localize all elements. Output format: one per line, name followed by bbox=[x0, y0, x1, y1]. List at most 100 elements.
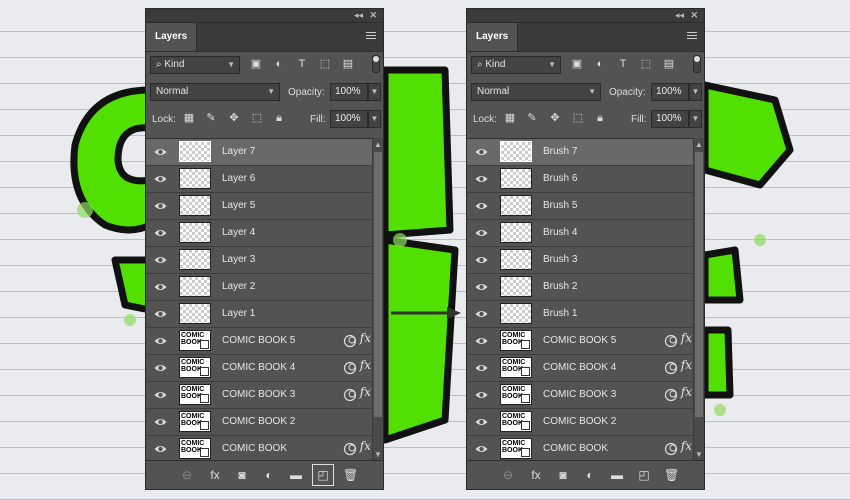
visibility-eye-icon[interactable] bbox=[475, 444, 488, 454]
add-mask-icon[interactable]: ◙ bbox=[235, 468, 249, 482]
fx-label[interactable]: fx bbox=[360, 358, 371, 372]
close-icon[interactable]: ✕ bbox=[690, 9, 698, 22]
filter-image-icon[interactable]: ▣ bbox=[249, 57, 263, 71]
blend-mode-select[interactable]: Normal ▼ bbox=[150, 83, 280, 101]
visibility-eye-icon[interactable] bbox=[154, 309, 167, 319]
lock-all-icon[interactable]: 🔒︎ bbox=[594, 112, 606, 124]
lock-transparency-icon[interactable]: ▦ bbox=[183, 112, 195, 124]
new-layer-icon[interactable]: ◰ bbox=[637, 468, 651, 482]
visibility-eye-icon[interactable] bbox=[475, 174, 488, 184]
fx-label[interactable]: fx bbox=[360, 439, 371, 453]
visibility-eye-icon[interactable] bbox=[475, 147, 488, 157]
scrollbar[interactable]: ▲ ▼ bbox=[693, 138, 704, 461]
layer-row[interactable]: COMICBOOKCOMIC BOOK 3fx⌄ bbox=[467, 382, 704, 409]
layer-row[interactable]: Brush 5 bbox=[467, 193, 704, 220]
layer-row[interactable]: COMICBOOKCOMIC BOOKfx⌄ bbox=[467, 436, 704, 462]
effects-icon[interactable] bbox=[664, 442, 680, 456]
visibility-eye-icon[interactable] bbox=[475, 336, 488, 346]
new-adjustment-icon[interactable]: ◐ bbox=[583, 468, 597, 482]
visibility-eye-icon[interactable] bbox=[154, 201, 167, 211]
lock-position-icon[interactable]: ✥ bbox=[549, 112, 561, 124]
filter-type-icon[interactable]: T bbox=[295, 57, 309, 71]
visibility-eye-icon[interactable] bbox=[475, 363, 488, 373]
filter-kind-select[interactable]: ⌕ Kind ▼ bbox=[471, 56, 561, 74]
add-style-icon[interactable]: fx bbox=[529, 468, 543, 482]
visibility-eye-icon[interactable] bbox=[154, 363, 167, 373]
effects-icon[interactable] bbox=[664, 361, 680, 375]
visibility-eye-icon[interactable] bbox=[154, 444, 167, 454]
layer-row[interactable]: COMICBOOKCOMIC BOOK 3fx⌄ bbox=[146, 382, 383, 409]
layer-row[interactable]: Brush 6 bbox=[467, 166, 704, 193]
layer-row[interactable]: Brush 3 bbox=[467, 247, 704, 274]
fill-input[interactable]: 100% bbox=[330, 110, 368, 128]
scroll-up-icon[interactable]: ▲ bbox=[374, 140, 382, 149]
visibility-eye-icon[interactable] bbox=[475, 228, 488, 238]
visibility-eye-icon[interactable] bbox=[154, 255, 167, 265]
filter-type-icon[interactable]: T bbox=[616, 57, 630, 71]
panel-menu-icon[interactable] bbox=[687, 32, 697, 41]
close-icon[interactable]: ✕ bbox=[369, 9, 377, 22]
collapse-icon[interactable]: ◂◂ bbox=[675, 9, 684, 22]
visibility-eye-icon[interactable] bbox=[154, 417, 167, 427]
fill-input[interactable]: 100% bbox=[651, 110, 689, 128]
layer-row[interactable]: COMICBOOKCOMIC BOOK 5fx⌄ bbox=[146, 328, 383, 355]
filter-toggle[interactable] bbox=[372, 55, 380, 73]
tab-layers[interactable]: Layers bbox=[146, 23, 198, 51]
scrollbar-thumb[interactable] bbox=[695, 152, 703, 417]
effects-icon[interactable] bbox=[343, 388, 359, 402]
delete-icon[interactable]: 🗑︎ bbox=[664, 468, 679, 482]
visibility-eye-icon[interactable] bbox=[154, 390, 167, 400]
fx-label[interactable]: fx bbox=[681, 331, 692, 345]
fx-label[interactable]: fx bbox=[681, 439, 692, 453]
layer-row[interactable]: Layer 3 bbox=[146, 247, 383, 274]
visibility-eye-icon[interactable] bbox=[154, 147, 167, 157]
scroll-down-icon[interactable]: ▼ bbox=[374, 450, 382, 459]
collapse-icon[interactable]: ◂◂ bbox=[354, 9, 363, 22]
filter-shape-icon[interactable]: ⬚ bbox=[639, 57, 653, 71]
lock-all-icon[interactable]: 🔒︎ bbox=[273, 112, 285, 124]
opacity-dropdown[interactable]: ▼ bbox=[368, 83, 381, 101]
lock-paint-icon[interactable]: ✎ bbox=[526, 112, 538, 124]
visibility-eye-icon[interactable] bbox=[475, 390, 488, 400]
scrollbar[interactable]: ▲ ▼ bbox=[372, 138, 383, 461]
blend-mode-select[interactable]: Normal ▼ bbox=[471, 83, 601, 101]
effects-icon[interactable] bbox=[343, 334, 359, 348]
link-layers-icon[interactable]: ⊖ bbox=[501, 468, 515, 482]
layer-row[interactable]: Layer 7 bbox=[146, 139, 383, 166]
link-layers-icon[interactable]: ⊖ bbox=[180, 468, 194, 482]
visibility-eye-icon[interactable] bbox=[475, 201, 488, 211]
opacity-input[interactable]: 100% bbox=[651, 83, 689, 101]
visibility-eye-icon[interactable] bbox=[475, 309, 488, 319]
fill-dropdown[interactable]: ▼ bbox=[689, 110, 702, 128]
scroll-up-icon[interactable]: ▲ bbox=[695, 140, 703, 149]
fx-label[interactable]: fx bbox=[681, 385, 692, 399]
lock-transparency-icon[interactable]: ▦ bbox=[504, 112, 516, 124]
new-layer-icon[interactable]: ◰ bbox=[312, 464, 334, 486]
scrollbar-thumb[interactable] bbox=[374, 152, 382, 417]
visibility-eye-icon[interactable] bbox=[154, 174, 167, 184]
new-group-icon[interactable]: ▬ bbox=[289, 468, 303, 482]
lock-artboard-icon[interactable]: ⬚ bbox=[572, 112, 584, 124]
layer-row[interactable]: Brush 2 bbox=[467, 274, 704, 301]
layer-row[interactable]: Layer 1 bbox=[146, 301, 383, 328]
opacity-input[interactable]: 100% bbox=[330, 83, 368, 101]
lock-artboard-icon[interactable]: ⬚ bbox=[251, 112, 263, 124]
visibility-eye-icon[interactable] bbox=[475, 255, 488, 265]
opacity-dropdown[interactable]: ▼ bbox=[689, 83, 702, 101]
layer-row[interactable]: COMIC BOOK COMIC BOOK 2 bbox=[467, 409, 704, 436]
visibility-eye-icon[interactable] bbox=[154, 228, 167, 238]
layer-row[interactable]: Brush 7 bbox=[467, 139, 704, 166]
filter-adjustment-icon[interactable]: ◐ bbox=[593, 57, 607, 71]
layer-row[interactable]: Brush 1 bbox=[467, 301, 704, 328]
filter-smartobject-icon[interactable]: ▤ bbox=[662, 57, 676, 71]
filter-smartobject-icon[interactable]: ▤ bbox=[341, 57, 355, 71]
add-style-icon[interactable]: fx bbox=[208, 468, 222, 482]
new-adjustment-icon[interactable]: ◐ bbox=[262, 468, 276, 482]
visibility-eye-icon[interactable] bbox=[154, 282, 167, 292]
fill-dropdown[interactable]: ▼ bbox=[368, 110, 381, 128]
lock-paint-icon[interactable]: ✎ bbox=[205, 112, 217, 124]
fx-label[interactable]: fx bbox=[360, 331, 371, 345]
layer-row[interactable]: COMICBOOKCOMIC BOOKfx⌄ bbox=[146, 436, 383, 462]
visibility-eye-icon[interactable] bbox=[475, 282, 488, 292]
layer-row[interactable]: Layer 4 bbox=[146, 220, 383, 247]
